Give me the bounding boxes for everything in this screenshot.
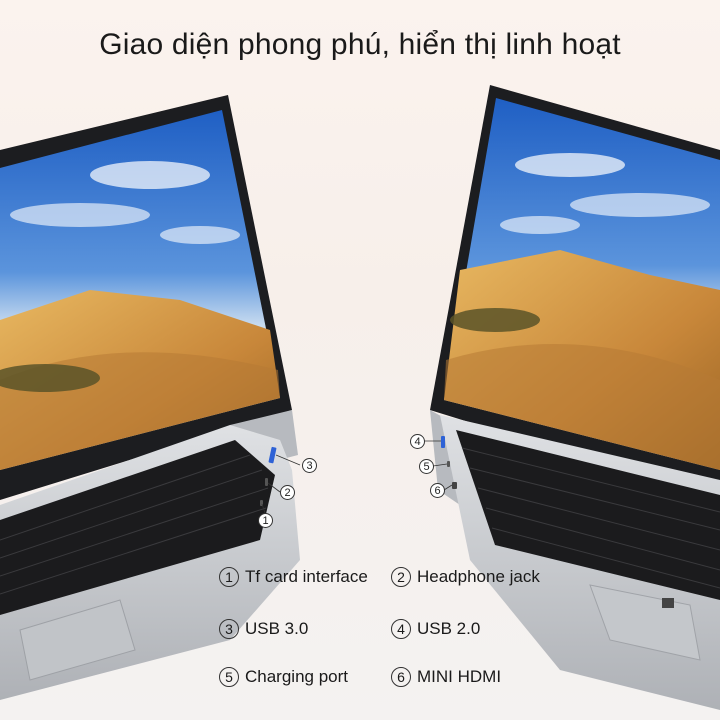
spec-charging-port: 5 Charging port: [219, 667, 348, 687]
left-laptop: [0, 95, 301, 700]
spec-label: MINI HDMI: [417, 667, 502, 686]
spec-label: Headphone jack: [417, 567, 540, 586]
callout-4: 4: [410, 434, 425, 449]
spec-number: 5: [219, 667, 239, 687]
product-illustration: [0, 85, 720, 710]
callout-5: 5: [419, 459, 434, 474]
spec-usb-3: 3 USB 3.0: [219, 619, 308, 639]
spec-label: Charging port: [245, 667, 349, 686]
spec-number: 6: [391, 667, 411, 687]
spec-number: 2: [391, 567, 411, 587]
callout-2: 2: [280, 485, 295, 500]
spec-label: Tf card interface: [245, 567, 368, 586]
spec-headphone-jack: 2 Headphone jack: [391, 567, 540, 587]
spec-number: 4: [391, 619, 411, 639]
spec-tf-card: 1 Tf card interface: [219, 567, 368, 587]
spec-label: USB 2.0: [417, 619, 481, 638]
right-laptop: [424, 85, 720, 710]
callout-1: 1: [258, 513, 273, 528]
spec-number: 1: [219, 567, 239, 587]
spec-label: USB 3.0: [245, 619, 309, 638]
spec-mini-hdmi: 6 MINI HDMI: [391, 667, 501, 687]
spec-number: 3: [219, 619, 239, 639]
spec-usb-2: 4 USB 2.0: [391, 619, 480, 639]
callout-6: 6: [430, 483, 445, 498]
callout-3: 3: [302, 458, 317, 473]
